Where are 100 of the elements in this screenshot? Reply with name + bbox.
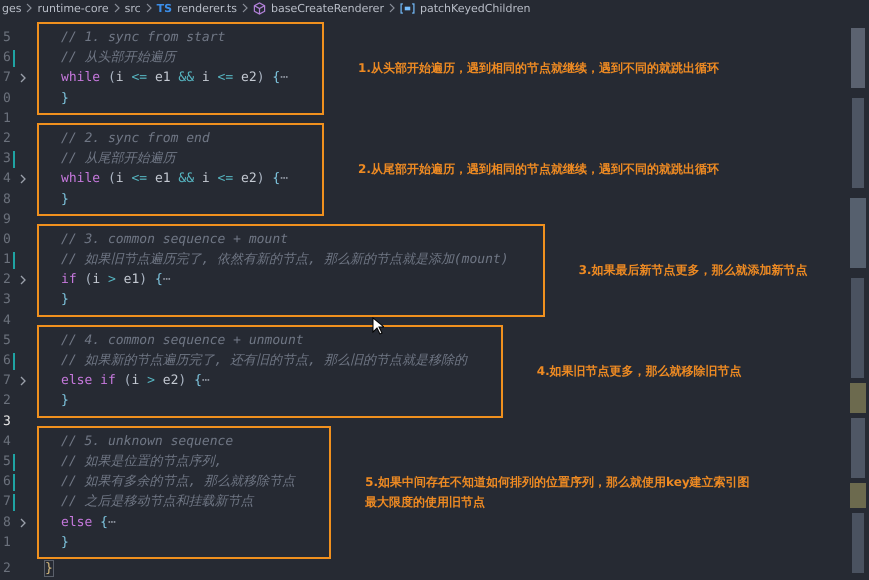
- code-keyword: else if: [61, 373, 116, 388]
- fold-chevron-icon[interactable]: [20, 376, 26, 386]
- line-number: 7: [3, 373, 11, 390]
- code-brace: {: [272, 171, 280, 186]
- line-number: 2: [3, 272, 11, 288]
- code-brace: }: [61, 534, 69, 550]
- line-number: 3: [3, 151, 11, 168]
- code-comment: // 如果旧节点遍历完了, 依然有新的节点, 那么新的节点就是添加(mount): [61, 252, 509, 268]
- code-operator: &&: [177, 171, 196, 186]
- code-identifier: e2: [162, 373, 178, 388]
- code-punctuation: (: [106, 171, 116, 186]
- fold-chevron-icon[interactable]: [20, 518, 26, 528]
- fold-chevron-icon[interactable]: [20, 174, 26, 184]
- code-brace: }: [61, 192, 69, 206]
- line-number: 4: [3, 434, 11, 450]
- code-punctuation: ): [256, 171, 266, 186]
- code-brace: }: [61, 292, 69, 308]
- code-punctuation: (: [122, 373, 132, 388]
- code-comment: // 如果新的节点遍历完了, 还有旧的节点, 那么旧的节点就是移除的: [61, 353, 467, 368]
- code-identifier: i: [116, 70, 124, 86]
- line-number: 4: [3, 171, 11, 188]
- chevron-icon: [114, 3, 120, 13]
- breadcrumb-item[interactable]: runtime-core: [37, 2, 109, 14]
- line-number: 1: [3, 110, 11, 127]
- code-operator: <=: [216, 171, 234, 186]
- breadcrumb-item[interactable]: renderer.ts: [177, 2, 237, 14]
- code-comment: // 从尾部开始遍历: [61, 151, 176, 166]
- code-identifier: e2: [241, 70, 257, 86]
- code-comment: // 如果是位置的节点序列,: [61, 454, 222, 469]
- code-brace: }: [45, 560, 53, 576]
- code-comment: // 从头部开始遍历: [61, 50, 176, 66]
- code-punctuation: ): [178, 373, 188, 388]
- code-comment: // 2. sync from end: [61, 130, 210, 146]
- code-keyword: while: [61, 70, 100, 86]
- breadcrumb-item[interactable]: src: [124, 2, 141, 14]
- line-number: 5: [3, 332, 11, 349]
- code-identifier: e2: [241, 171, 257, 186]
- fold-chevron-icon[interactable]: [20, 275, 26, 286]
- code-comment: // 1. sync from start: [61, 30, 226, 45]
- code-identifier: i: [116, 171, 124, 186]
- typescript-icon: TS: [156, 2, 172, 14]
- code-operator: >: [146, 373, 156, 388]
- code-operator: <=: [130, 171, 148, 186]
- code-brace: {: [154, 272, 163, 288]
- code-brace: {: [272, 70, 280, 86]
- line-number: 0: [3, 90, 11, 107]
- code-brace: {: [100, 514, 108, 530]
- folded-ellipsis: ⋯: [162, 272, 171, 288]
- code-punctuation: (: [83, 272, 92, 288]
- code-identifier: i: [202, 171, 210, 186]
- code-comment: // 如果有多余的节点, 那么就移除节点: [61, 474, 296, 490]
- line-number: 3: [3, 414, 11, 430]
- code-identifier: e1: [154, 70, 171, 86]
- code-operator: &&: [177, 70, 196, 86]
- breadcrumb-item[interactable]: patchKeyedChildren: [420, 2, 530, 14]
- code-operator: <=: [130, 70, 148, 86]
- line-number: 7: [3, 70, 11, 86]
- breadcrumb-item[interactable]: baseCreateRenderer: [270, 2, 384, 14]
- code-identifier: e1: [124, 272, 140, 288]
- code-brace: {: [194, 373, 202, 388]
- code-operator: >: [106, 272, 117, 288]
- code-punctuation: ): [256, 70, 266, 86]
- code-comment: // 5. unknown sequence: [61, 434, 234, 449]
- code-identifier: i: [202, 70, 210, 86]
- breadcrumb-item[interactable]: ges: [2, 2, 22, 14]
- mouse-pointer-icon: [372, 317, 384, 335]
- code-identifier: i: [92, 272, 100, 288]
- line-number: 8: [3, 514, 11, 530]
- line-number: 6: [3, 353, 11, 369]
- line-number: 5: [3, 454, 11, 470]
- code-comment: // 4. common sequence + unmount: [61, 332, 304, 348]
- folded-ellipsis: ⋯: [280, 171, 288, 186]
- code-operator: <=: [216, 70, 234, 86]
- chevron-icon: [242, 3, 248, 13]
- code-keyword: else: [61, 514, 92, 530]
- folded-ellipsis: ⋯: [108, 514, 116, 530]
- chevron-icon: [388, 3, 395, 13]
- line-number: 8: [3, 192, 11, 208]
- code-brace: }: [61, 90, 69, 106]
- code-keyword: if: [61, 272, 77, 288]
- code-brace: }: [61, 393, 69, 408]
- line-number: 1: [3, 252, 11, 268]
- variable-icon: [400, 2, 415, 14]
- annotation-note: 1.从头部开始遍历，遇到相同的节点就继续，遇到不同的就跳出循环: [358, 60, 719, 78]
- annotation-note: 2.从尾部开始遍历，遇到相同的节点就继续，遇到不同的就跳出循环: [358, 161, 719, 178]
- code-punctuation: (: [106, 70, 116, 86]
- annotation-note: 最大限度的使用旧节点: [365, 494, 486, 512]
- line-number: 4: [3, 312, 11, 329]
- code-comment: // 3. common sequence + mount: [61, 232, 288, 247]
- chevron-icon: [146, 3, 152, 13]
- fold-chevron-icon[interactable]: [20, 73, 26, 84]
- folded-ellipsis: ⋯: [202, 373, 210, 388]
- line-number: 3: [3, 292, 11, 308]
- line-number: 7: [3, 494, 11, 510]
- folded-ellipsis: ⋯: [280, 70, 288, 86]
- code-comment: // 之后是移动节点和挂载新节点: [61, 494, 254, 510]
- line-number: 1: [3, 534, 11, 551]
- code-identifier: e1: [154, 171, 171, 186]
- code-identifier: i: [131, 373, 140, 388]
- code-punctuation: ): [139, 272, 148, 288]
